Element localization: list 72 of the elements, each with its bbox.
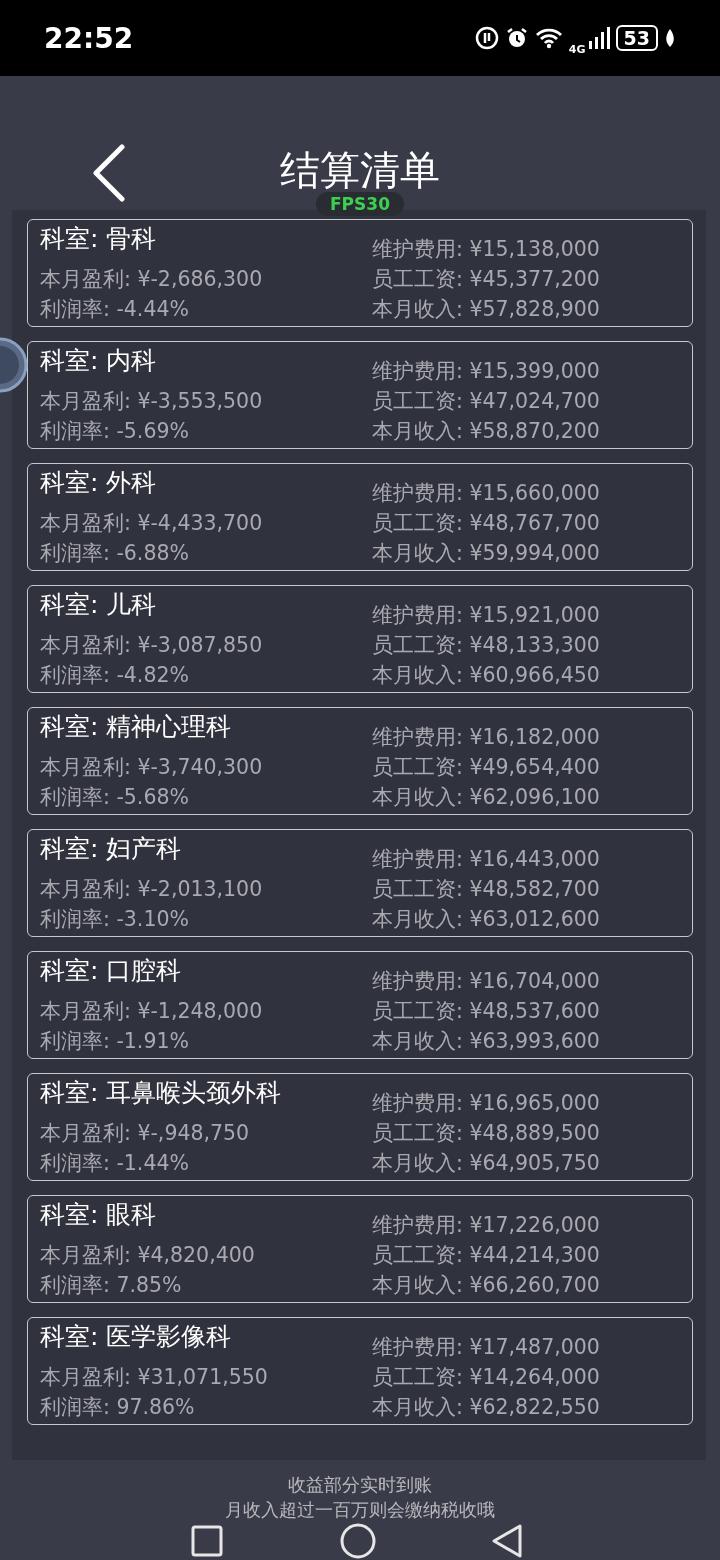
department-name: 科室: 外科 [40,467,158,499]
staff-salary: 员工工资: ¥48,767,700 [372,510,601,537]
monthly-profit: 本月盈利: ¥-4,433,700 [40,510,264,537]
monthly-profit: 本月盈利: ¥-2,013,100 [40,876,264,903]
monthly-profit: 本月盈利: ¥-3,087,850 [40,632,264,659]
maintenance-cost: 维护费用: ¥16,182,000 [372,724,601,751]
maintenance-cost: 维护费用: ¥15,660,000 [372,480,601,507]
maintenance-cost: 维护费用: ¥15,399,000 [372,358,601,385]
department-name: 科室: 妇产科 [40,833,183,865]
monthly-income: 本月收入: ¥63,012,600 [372,906,601,933]
profit-rate: 利润率: -5.68% [40,784,190,811]
profit-rate: 利润率: -4.82% [40,662,190,689]
maintenance-cost: 维护费用: ¥16,965,000 [372,1090,601,1117]
maintenance-cost: 维护费用: ¥16,704,000 [372,968,601,995]
profit-rate: 利润率: 97.86% [40,1394,196,1421]
profit-rate: 利润率: -6.88% [40,540,190,567]
monthly-income: 本月收入: ¥60,966,450 [372,662,601,689]
back-icon[interactable] [92,144,126,202]
monthly-profit: 本月盈利: ¥4,820,400 [40,1242,256,1269]
monthly-profit: 本月盈利: ¥-3,740,300 [40,754,264,781]
department-name: 科室: 儿科 [40,589,158,621]
staff-salary: 员工工资: ¥48,133,300 [372,632,601,659]
monthly-income: 本月收入: ¥58,870,200 [372,418,601,445]
profit-rate: 利润率: -5.69% [40,418,190,445]
profit-rate: 利润率: 7.85% [40,1272,183,1299]
monthly-income: 本月收入: ¥63,993,600 [372,1028,601,1055]
staff-salary: 员工工资: ¥48,889,500 [372,1120,601,1147]
maintenance-cost: 维护费用: ¥15,921,000 [372,602,601,629]
department-name: 科室: 口腔科 [40,955,183,987]
monthly-income: 本月收入: ¥62,822,550 [372,1394,601,1421]
staff-salary: 员工工资: ¥44,214,300 [372,1242,601,1269]
maintenance-cost: 维护费用: ¥17,487,000 [372,1334,601,1361]
profit-rate: 利润率: -3.10% [40,906,190,933]
monthly-income: 本月收入: ¥64,905,750 [372,1150,601,1177]
department-name: 科室: 内科 [40,345,158,377]
staff-salary: 员工工资: ¥45,377,200 [372,266,601,293]
monthly-profit: 本月盈利: ¥-3,553,500 [40,388,264,415]
department-name: 科室: 耳鼻喉头颈外科 [40,1077,283,1109]
department-name: 科室: 精神心理科 [40,711,233,743]
profit-rate: 利润率: -4.44% [40,296,190,323]
profit-rate: 利润率: -1.44% [40,1150,190,1177]
staff-salary: 员工工资: ¥14,264,000 [372,1364,601,1391]
signal-icon [587,27,610,49]
maintenance-cost: 维护费用: ¥16,443,000 [372,846,601,873]
monthly-income: 本月收入: ¥66,260,700 [372,1272,601,1299]
monthly-profit: 本月盈利: ¥-1,248,000 [40,998,264,1025]
fps-badge: FPS30 [316,192,404,216]
monthly-income: 本月收入: ¥59,994,000 [372,540,601,567]
wifi-icon [534,27,563,49]
monthly-profit: 本月盈利: ¥-,948,750 [40,1120,251,1147]
status-time: 22:52 [44,21,134,55]
monthly-profit: 本月盈利: ¥-2,686,300 [40,266,264,293]
network-type: 4G [568,42,586,56]
staff-salary: 员工工资: ¥48,582,700 [372,876,601,903]
monthly-profit: 本月盈利: ¥31,071,550 [40,1364,269,1391]
staff-salary: 员工工资: ¥48,537,600 [372,998,601,1025]
maintenance-cost: 维护费用: ¥15,138,000 [372,236,601,263]
maintenance-cost: 维护费用: ¥17,226,000 [372,1212,601,1239]
department-name: 科室: 骨科 [40,223,158,255]
staff-salary: 员工工资: ¥49,654,400 [372,754,601,781]
leaf-icon [664,28,676,48]
staff-salary: 员工工资: ¥47,024,700 [372,388,601,415]
footer-note: 月收入超过一百万则会缴纳税收哦 [225,1498,495,1522]
battery-level: 53 [615,25,658,51]
data-saver-icon [474,26,499,50]
profit-rate: 利润率: -1.91% [40,1028,190,1055]
department-name: 科室: 眼科 [40,1199,158,1231]
footer-note: 收益部分实时到账 [288,1473,432,1497]
department-name: 科室: 医学影像科 [40,1321,233,1353]
page-title: 结算清单 [280,146,440,194]
monthly-income: 本月收入: ¥57,828,900 [372,296,601,323]
monthly-income: 本月收入: ¥62,096,100 [372,784,601,811]
